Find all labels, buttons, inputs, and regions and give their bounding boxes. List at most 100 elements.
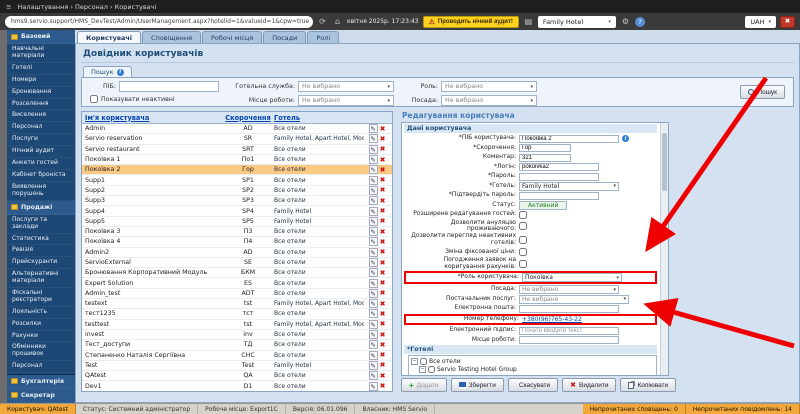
comment-input[interactable] xyxy=(519,154,571,162)
tab-3[interactable]: Посади xyxy=(263,31,306,43)
tree-collapse-icon[interactable]: − xyxy=(419,366,426,373)
hotel-checkbox[interactable] xyxy=(420,358,427,365)
edit-row-icon[interactable]: ✎ xyxy=(369,258,378,267)
option-checkbox[interactable] xyxy=(519,260,527,268)
table-row[interactable]: Admin2 AD Все отели ✎ ✖ xyxy=(82,248,392,258)
edit-row-icon[interactable]: ✎ xyxy=(369,165,378,174)
table-row[interactable]: Admin AD Все отели ✎ ✖ xyxy=(82,124,392,134)
statusbar-notifications[interactable]: Непрочитаних сповіщень: 0 xyxy=(583,404,686,414)
table-row[interactable]: Servio restaurant SRT Все отели ✎ ✖ xyxy=(82,145,392,155)
delete-row-icon[interactable]: ✖ xyxy=(380,248,386,256)
login-input[interactable] xyxy=(519,163,599,171)
edit-row-icon[interactable]: ✎ xyxy=(369,279,378,288)
table-row[interactable]: Expert Solution ES Все отели ✎ ✖ xyxy=(82,278,392,288)
table-row[interactable]: Supp1 SP1 Все отели ✎ ✖ xyxy=(82,175,392,185)
sidebar-item-22[interactable]: Рахунки xyxy=(7,331,75,343)
delete-row-icon[interactable]: ✖ xyxy=(380,361,386,369)
column-header-short[interactable]: Скорочення xyxy=(222,114,274,122)
delete-row-icon[interactable]: ✖ xyxy=(380,228,386,236)
edit-row-icon[interactable]: ✎ xyxy=(369,351,378,360)
table-row[interactable]: Supp5 SP5 Family Hotel ✎ ✖ xyxy=(82,217,392,227)
name-input[interactable] xyxy=(519,135,619,143)
statusbar-messages[interactable]: Непрочитаних повідомлень: 14 xyxy=(686,404,800,414)
edit-row-icon[interactable]: ✎ xyxy=(369,155,378,164)
scrollbar-thumb[interactable] xyxy=(662,133,667,191)
edit-row-icon[interactable]: ✎ xyxy=(369,340,378,349)
table-row[interactable]: Покоївка 4 П4 Все отели ✎ ✖ xyxy=(82,237,392,247)
gear-icon[interactable]: ⚙ xyxy=(620,17,631,26)
sidebar-bottom-item-1[interactable]: Секретар xyxy=(7,389,75,403)
table-row[interactable]: Степаненко Наталія Сергіївна СНС Все оте… xyxy=(82,351,392,361)
action-button[interactable]: + Додати xyxy=(401,378,447,392)
delete-row-icon[interactable]: ✖ xyxy=(380,331,386,339)
delete-row-icon[interactable]: ✖ xyxy=(380,279,386,287)
menu-icon[interactable]: ≡ xyxy=(6,3,11,11)
currency-selector[interactable]: UAH ▾ xyxy=(745,16,776,28)
tab-0[interactable]: Користувачі xyxy=(77,31,141,43)
supplier-select[interactable]: Не вибрано ▾ xyxy=(519,295,629,304)
table-row[interactable]: Test Test Family Hotel ✎ ✖ xyxy=(82,361,392,371)
action-button[interactable]: Скасувати xyxy=(508,378,558,392)
sidebar-item-2[interactable]: Готелі xyxy=(7,63,75,75)
hotel-service-select[interactable]: Не вибрано ▾ xyxy=(298,81,394,92)
table-row[interactable]: Покоївка 3 П3 Все отели ✎ ✖ xyxy=(82,227,392,237)
workplace-input[interactable] xyxy=(519,336,619,344)
user-role-select[interactable]: Покоївка ▾ xyxy=(522,273,622,282)
edit-row-icon[interactable]: ✎ xyxy=(369,196,378,205)
edit-row-icon[interactable]: ✎ xyxy=(369,289,378,298)
delete-row-icon[interactable]: ✖ xyxy=(380,125,386,133)
option-checkbox[interactable] xyxy=(519,236,527,244)
table-row[interactable]: invest inv Все отели ✎ ✖ xyxy=(82,330,392,340)
option-checkbox[interactable] xyxy=(519,248,527,256)
search-tab[interactable]: Пошук i xyxy=(83,66,132,77)
option-checkbox[interactable] xyxy=(519,222,527,230)
table-row[interactable]: Servio reservation SR Family Hotel, Apar… xyxy=(82,134,392,144)
tab-1[interactable]: Сповіщення xyxy=(142,31,201,43)
sidebar-item-24[interactable]: Персонал xyxy=(7,361,75,373)
delete-row-icon[interactable]: ✖ xyxy=(380,197,386,205)
delete-row-icon[interactable]: ✖ xyxy=(380,341,386,349)
sidebar-bottom-item-0[interactable]: Бухгалтерія xyxy=(7,375,75,389)
sidebar-item-11[interactable]: Кабінет броніста xyxy=(7,170,75,182)
sidebar-item-17[interactable]: Прейскуранти xyxy=(7,257,75,269)
sidebar-item-15[interactable]: Статистика xyxy=(7,234,75,246)
night-audit-button[interactable]: ⚠ Проводить нічний аудит! xyxy=(423,16,519,28)
action-button[interactable]: Копіювати xyxy=(620,378,676,392)
sidebar-item-6[interactable]: Виселення xyxy=(7,110,75,122)
workplace-select[interactable]: Не вибрано ▾ xyxy=(298,95,394,106)
tree-collapse-icon[interactable]: − xyxy=(411,358,418,365)
edit-row-icon[interactable]: ✎ xyxy=(369,299,378,308)
delete-row-icon[interactable]: ✖ xyxy=(380,166,386,174)
sidebar-item-0[interactable]: Базовий xyxy=(7,30,75,44)
exit-button[interactable]: ✖ xyxy=(780,16,795,28)
table-row[interactable]: Покоївка 1 По1 Все отели ✎ ✖ xyxy=(82,155,392,165)
option-checkbox[interactable] xyxy=(519,211,527,219)
sidebar-item-12[interactable]: Виявлення порушень xyxy=(7,182,75,201)
role-select[interactable]: Не вибрано ▾ xyxy=(441,81,537,92)
edit-row-icon[interactable]: ✎ xyxy=(369,268,378,277)
edit-row-icon[interactable]: ✎ xyxy=(369,176,378,185)
sidebar-item-14[interactable]: Послуги та заклади xyxy=(7,215,75,234)
search-button[interactable]: Пошук xyxy=(740,85,785,99)
home-icon[interactable]: ⌂ xyxy=(332,17,343,26)
edit-row-icon[interactable]: ✎ xyxy=(369,330,378,339)
edit-row-icon[interactable]: ✎ xyxy=(369,186,378,195)
password-input[interactable] xyxy=(519,173,599,181)
delete-row-icon[interactable]: ✖ xyxy=(380,351,386,359)
table-row[interactable]: testext tst Family Hotel, Apart Hotel, M… xyxy=(82,299,392,309)
delete-row-icon[interactable]: ✖ xyxy=(380,176,386,184)
edit-row-icon[interactable]: ✎ xyxy=(369,382,378,391)
sidebar-item-8[interactable]: Послуги xyxy=(7,134,75,146)
table-row[interactable]: Покоївка 2 Гор Все отели ✎ ✖ xyxy=(82,165,392,175)
tree-item[interactable]: − Все отели xyxy=(411,357,654,365)
hotel-select[interactable]: Family Hotel ▾ xyxy=(519,182,619,191)
sidebar-item-7[interactable]: Персонал xyxy=(7,122,75,134)
edit-row-icon[interactable]: ✎ xyxy=(369,309,378,318)
printer-icon[interactable]: ▤ xyxy=(523,17,534,26)
show-inactive-checkbox[interactable] xyxy=(90,95,98,103)
delete-row-icon[interactable]: ✖ xyxy=(380,310,386,318)
edit-row-icon[interactable]: ✎ xyxy=(369,227,378,236)
delete-row-icon[interactable]: ✖ xyxy=(380,320,386,328)
delete-row-icon[interactable]: ✖ xyxy=(380,382,386,390)
hotel-checkbox[interactable] xyxy=(436,375,443,376)
